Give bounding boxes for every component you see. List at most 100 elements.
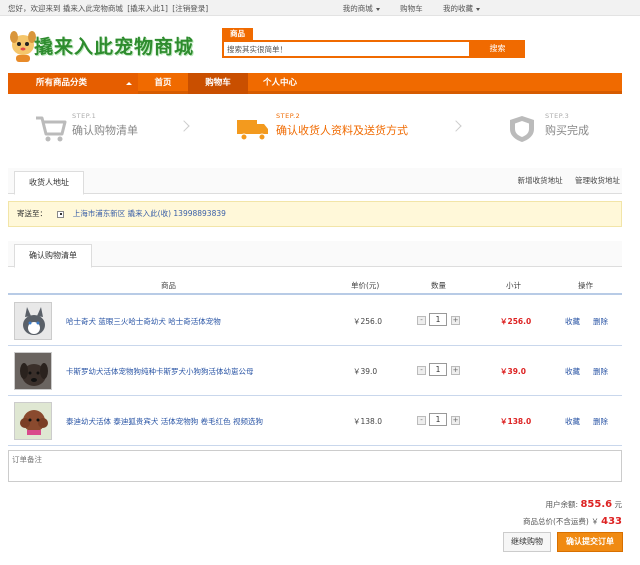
shield-icon <box>510 116 534 142</box>
step-3-num: STEP.3 <box>545 112 570 120</box>
chevron-down-icon <box>375 7 380 11</box>
qty-minus-button[interactable]: - <box>417 316 426 325</box>
favorites-label: 我的收藏 <box>443 4 473 13</box>
address-text: 上海市浦东新区 撬来入此(收) 13998893839 <box>72 209 226 218</box>
header-price: 单价(元) <box>351 281 380 290</box>
teddy-dog-image <box>15 403 51 439</box>
product-thumbnail[interactable] <box>14 352 52 390</box>
cart-link[interactable]: 购物车 <box>400 4 423 13</box>
header-subtotal: 小计 <box>506 281 521 290</box>
total-summary: 商品总价(不含运费) ￥ 433 <box>523 516 622 527</box>
qty-plus-button[interactable]: + <box>451 316 460 325</box>
search-box <box>222 40 471 58</box>
chevron-up-icon <box>126 82 132 85</box>
address-tab-bar: 收货人地址 新增收货地址 管理收货地址 <box>8 168 622 195</box>
continue-shopping-button[interactable]: 继续购物 <box>503 532 551 552</box>
cart-icon <box>36 116 67 142</box>
unit-price: ￥39.0 <box>353 367 378 376</box>
qty-input[interactable]: 1 <box>429 413 447 426</box>
favorites-menu[interactable]: 我的收藏 <box>443 4 480 13</box>
delete-link[interactable]: 删除 <box>593 416 608 427</box>
subtotal: ￥256.0 <box>500 317 532 326</box>
tab-address[interactable]: 收货人地址 <box>14 171 84 195</box>
my-mall-label: 我的商城 <box>342 4 373 13</box>
cart-tab-bar: 确认购物清单 <box>8 241 622 268</box>
table-row: 卡斯罗幼犬活体宠物狗纯种卡斯罗犬小狗狗活体幼崽公母 ￥39.0 - 1 + ￥3… <box>8 346 622 396</box>
chevron-right-icon <box>178 120 190 132</box>
subtotal: ￥39.0 <box>500 367 527 376</box>
nav-cart[interactable]: 购物车 <box>188 73 248 94</box>
total-label: 商品总价(不含运费) <box>522 517 589 526</box>
step-3: STEP.3 购买完成 <box>545 112 589 138</box>
top-bar-right: 我的商城 购物车 我的收藏 <box>325 3 480 14</box>
header-ops: 操作 <box>578 281 593 290</box>
order-memo-field[interactable] <box>8 450 622 482</box>
my-mall-menu[interactable]: 我的商城 <box>343 4 380 13</box>
search-input[interactable] <box>224 42 469 56</box>
balance-summary: 用户余额: 855.6 元 <box>546 499 622 510</box>
chevron-down-icon <box>476 7 480 11</box>
submit-order-button[interactable]: 确认提交订单 <box>557 532 623 552</box>
logo-text: 撬来入此宠物商城 <box>34 36 195 58</box>
husky-image <box>15 303 51 339</box>
top-bar-left: 您好，欢迎来到 撬来入此宠物商城 [撬来入此1] [注销登录] <box>8 3 210 14</box>
address-radio[interactable] <box>57 210 65 218</box>
favorite-link[interactable]: 收藏 <box>565 316 580 327</box>
all-categories-label: 所有商品分类 <box>36 78 88 88</box>
subtotal: ￥138.0 <box>500 417 532 426</box>
address-option[interactable]: 寄送至： 上海市浦东新区 撬来入此(收) 13998893839 <box>8 201 622 227</box>
top-bar: 您好，欢迎来到 撬来入此宠物商城 [撬来入此1] [注销登录] 我的商城 购物车… <box>0 0 640 16</box>
qty-minus-button[interactable]: - <box>417 366 426 375</box>
product-name-link[interactable]: 卡斯罗幼犬活体宠物狗纯种卡斯罗犬小狗狗活体幼崽公母 <box>66 366 254 377</box>
step-2-name: 确认收货人资料及送货方式 <box>276 124 408 137</box>
favorite-link[interactable]: 收藏 <box>565 366 580 377</box>
header-product: 商品 <box>161 281 176 290</box>
add-address-link[interactable]: 新增收货地址 <box>518 176 563 185</box>
search-tab-product[interactable]: 商品 <box>222 28 253 40</box>
table-row: 泰迪幼犬活体 泰迪狐贵宾犬 活体宠物狗 卷毛红色 视频选狗 ￥138.0 - 1… <box>8 396 622 446</box>
send-to-label: 寄送至： <box>17 209 47 218</box>
welcome-text: 您好，欢迎来到 撬来入此宠物商城 <box>8 4 123 13</box>
qty-plus-button[interactable]: + <box>451 366 460 375</box>
step-1-num: STEP.1 <box>72 112 97 120</box>
product-thumbnail[interactable] <box>14 302 52 340</box>
nav-user-center[interactable]: 个人中心 <box>248 73 312 94</box>
step-2-num: STEP.2 <box>276 112 301 120</box>
logout-link[interactable]: [注销登录] <box>172 4 208 13</box>
manage-address-link[interactable]: 管理收货地址 <box>575 176 620 185</box>
product-name-link[interactable]: 哈士奇犬 蓝眼三火哈士奇幼犬 哈士奇活体宠物 <box>66 316 221 327</box>
truck-icon <box>237 120 268 141</box>
qty-input[interactable]: 1 <box>429 313 447 326</box>
step-2: STEP.2 确认收货人资料及送货方式 <box>276 112 408 138</box>
user-link[interactable]: [撬来入此1] <box>127 4 168 13</box>
header-qty: 数量 <box>431 281 446 290</box>
balance-unit: 元 <box>614 500 623 509</box>
dog-image <box>15 353 51 389</box>
checkout-steps: STEP.1 确认购物清单 STEP.2 确认收货人资料及送货方式 STEP.3… <box>0 104 640 152</box>
product-name-link[interactable]: 泰迪幼犬活体 泰迪狐贵宾犬 活体宠物狗 卷毛红色 视频选狗 <box>66 416 263 427</box>
qty-plus-button[interactable]: + <box>451 416 460 425</box>
delete-link[interactable]: 删除 <box>593 316 608 327</box>
step-1: STEP.1 确认购物清单 <box>72 112 138 138</box>
total-value: 433 <box>601 516 622 527</box>
qty-minus-button[interactable]: - <box>417 416 426 425</box>
all-categories-menu[interactable]: 所有商品分类 <box>8 73 138 94</box>
qty-input[interactable]: 1 <box>429 363 447 376</box>
product-thumbnail[interactable] <box>14 402 52 440</box>
nav-home[interactable]: 首页 <box>142 73 184 94</box>
balance-value: 855.6 <box>580 499 613 510</box>
cart-table-header: 商品 单价(元) 数量 小计 操作 <box>8 275 622 295</box>
unit-price: ￥256.0 <box>353 317 382 326</box>
search-button[interactable]: 搜索 <box>470 40 525 58</box>
site-logo[interactable]: 撬来入此宠物商城 <box>8 26 198 66</box>
tab-cart-list[interactable]: 确认购物清单 <box>14 244 92 268</box>
chevron-right-icon <box>450 120 462 132</box>
step-3-name: 购买完成 <box>545 124 589 137</box>
step-1-name: 确认购物清单 <box>72 124 138 137</box>
address-links: 新增收货地址 管理收货地址 <box>508 175 620 186</box>
unit-price: ￥138.0 <box>353 417 382 426</box>
main-nav: 所有商品分类 首页 购物车 个人中心 <box>8 73 622 94</box>
favorite-link[interactable]: 收藏 <box>565 416 580 427</box>
balance-label: 用户余额: <box>545 500 579 509</box>
delete-link[interactable]: 删除 <box>593 366 608 377</box>
